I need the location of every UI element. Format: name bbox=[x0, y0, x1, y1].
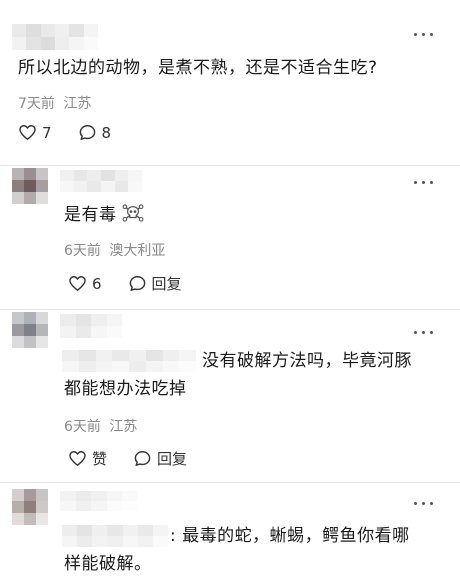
speech-bubble-icon bbox=[134, 451, 151, 466]
heart-icon bbox=[69, 276, 86, 291]
comment-text-content: 是有毒 bbox=[64, 205, 117, 225]
like-button[interactable]: 6 bbox=[68, 274, 102, 293]
username-blurred bbox=[60, 491, 138, 511]
speech-bubble-icon bbox=[79, 125, 95, 140]
comment-meta: 6天前 澳大利亚 bbox=[64, 240, 165, 260]
comment-text-line1: : 最毒的蛇，蜥蜴，鳄鱼你看哪 bbox=[170, 526, 410, 546]
comment-text-line2: 都能想办法吃掉 bbox=[64, 379, 187, 399]
reply-button[interactable]: 8 bbox=[78, 123, 112, 142]
reply-label: 回复 bbox=[157, 450, 188, 468]
comment-time: 6天前 bbox=[64, 243, 101, 259]
more-options-icon[interactable] bbox=[412, 28, 436, 40]
avatar bbox=[12, 312, 48, 348]
reply-target-blurred bbox=[62, 350, 196, 372]
comment-meta: 7天前 江苏 bbox=[18, 93, 91, 113]
more-options-icon[interactable] bbox=[412, 326, 436, 338]
heart-icon bbox=[69, 451, 86, 466]
comment-4: : 最毒的蛇，蜥蜴，鳄鱼你看哪 样能破解。 bbox=[0, 483, 460, 580]
like-count: 7 bbox=[42, 123, 52, 142]
skull-crossbones-icon bbox=[122, 204, 144, 222]
comment-meta: 6天前 江苏 bbox=[64, 416, 137, 436]
reply-button[interactable]: 回复 bbox=[128, 273, 182, 294]
username-blurred bbox=[60, 170, 142, 192]
comment-time: 6天前 bbox=[64, 419, 101, 435]
comment-time: 7天前 bbox=[18, 96, 55, 112]
comment-location: 江苏 bbox=[109, 419, 138, 435]
comment-text: 是有毒 bbox=[64, 200, 144, 230]
reply-button[interactable]: 回复 bbox=[133, 448, 187, 469]
reply-target-blurred bbox=[62, 525, 168, 547]
username-blurred bbox=[60, 314, 122, 338]
like-button[interactable]: 7 bbox=[18, 123, 52, 142]
comment-text: 所以北边的动物，是煮不熟，还是不适合生吃? bbox=[18, 58, 378, 78]
speech-bubble-icon bbox=[129, 276, 145, 291]
comment-3: 没有破解方法吗，毕竟河豚 都能想办法吃掉 6天前 江苏 赞 回复 bbox=[0, 310, 460, 482]
comment-actions: 6 回复 bbox=[68, 273, 208, 294]
avatar bbox=[12, 489, 48, 525]
comment-text-line1: 没有破解方法吗，毕竟河豚 bbox=[202, 351, 412, 371]
comment-location: 澳大利亚 bbox=[109, 243, 166, 259]
reply-label: 回复 bbox=[151, 275, 182, 293]
like-button[interactable]: 赞 bbox=[68, 448, 107, 469]
avatar bbox=[12, 168, 48, 204]
comment-location: 江苏 bbox=[63, 96, 92, 112]
like-count: 6 bbox=[92, 274, 102, 293]
comment-1: 所以北边的动物，是煮不熟，还是不适合生吃? 7天前 江苏 7 8 bbox=[0, 0, 460, 165]
comment-2: 是有毒 6天前 澳大利亚 6 回复 bbox=[0, 166, 460, 309]
more-options-icon[interactable] bbox=[412, 176, 436, 188]
username-blurred bbox=[12, 24, 98, 50]
comment-actions: 赞 回复 bbox=[68, 448, 213, 469]
like-label: 赞 bbox=[92, 450, 108, 468]
comment-actions: 7 8 bbox=[18, 123, 137, 142]
reply-count: 8 bbox=[101, 123, 112, 142]
comment-text-line2: 样能破解。 bbox=[64, 554, 152, 574]
more-options-icon[interactable] bbox=[412, 497, 436, 509]
heart-icon bbox=[19, 125, 36, 140]
